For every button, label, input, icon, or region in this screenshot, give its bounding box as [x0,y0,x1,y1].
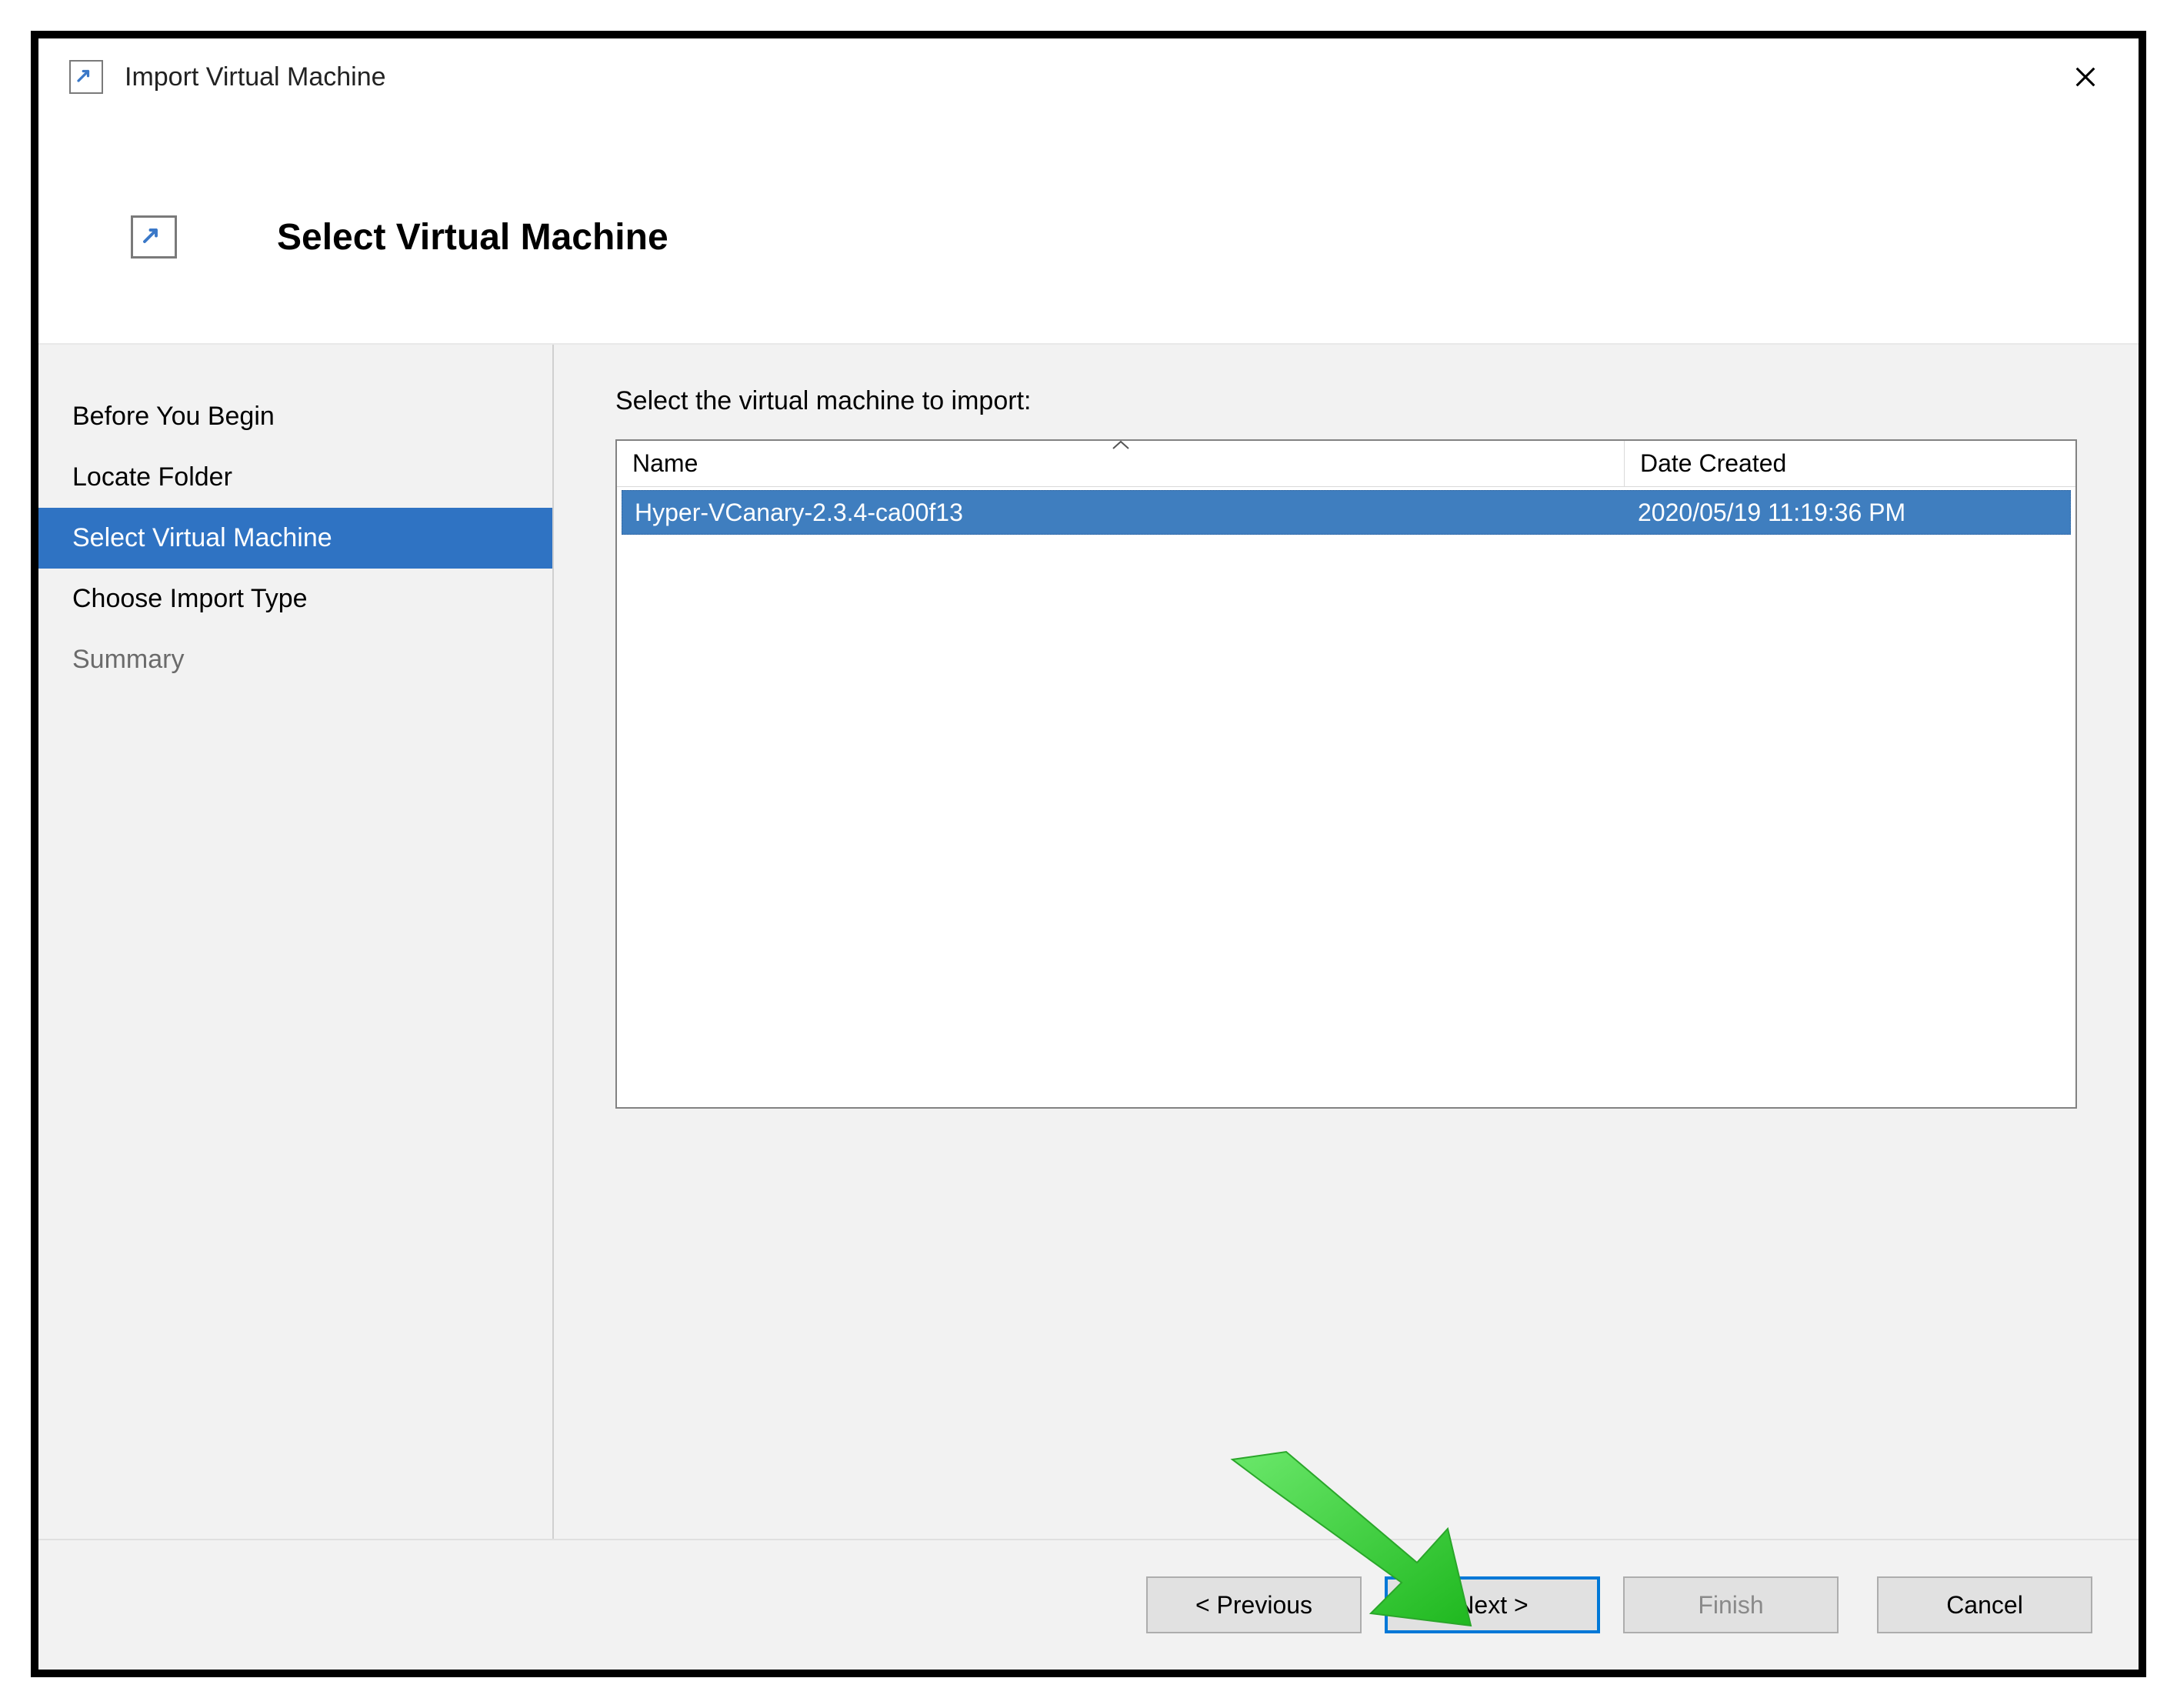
vm-row[interactable]: Hyper-VCanary-2.3.4-ca00f13 2020/05/19 1… [622,490,2071,535]
finish-button: Finish [1623,1576,1839,1633]
step-locate-folder[interactable]: Locate Folder [38,447,552,508]
sort-ascending-icon [1111,439,1131,450]
column-date-label: Date Created [1640,449,1786,478]
titlebar: Import Virtual Machine [38,38,2139,115]
page-heading: Select Virtual Machine [277,216,668,259]
page-banner: Select Virtual Machine [38,115,2139,345]
step-summary: Summary [38,629,552,690]
step-select-virtual-machine[interactable]: Select Virtual Machine [38,508,552,569]
vm-list[interactable]: Name Date Created Hyper-VCanary-2.3.4-ca… [615,439,2077,1109]
vm-row-date: 2020/05/19 11:19:36 PM [1625,499,2070,527]
import-arrow-icon [69,60,103,94]
column-name[interactable]: Name [617,441,1625,486]
import-vm-dialog: Import Virtual Machine Select Virtual Ma… [31,31,2146,1677]
step-choose-import-type[interactable]: Choose Import Type [38,569,552,629]
wizard-main: Select the virtual machine to import: Na… [554,345,2139,1539]
column-name-label: Name [632,449,698,478]
prompt-text: Select the virtual machine to import: [615,386,2077,416]
vm-list-body: Hyper-VCanary-2.3.4-ca00f13 2020/05/19 1… [617,487,2075,1107]
cancel-button[interactable]: Cancel [1877,1576,2092,1633]
close-button[interactable] [2051,50,2120,104]
close-icon [2072,64,2099,90]
wizard-content: Before You Begin Locate Folder Select Vi… [38,345,2139,1539]
vm-row-name: Hyper-VCanary-2.3.4-ca00f13 [622,499,1625,527]
next-button[interactable]: Next > [1385,1576,1600,1633]
vm-list-header: Name Date Created [617,441,2075,487]
previous-button[interactable]: < Previous [1146,1576,1362,1633]
step-before-you-begin[interactable]: Before You Begin [38,386,552,447]
window-title: Import Virtual Machine [125,62,386,92]
import-arrow-icon [131,215,177,259]
column-date-created[interactable]: Date Created [1625,441,2075,486]
wizard-buttonbar: < Previous Next > Finish Cancel [38,1539,2139,1670]
wizard-steps: Before You Begin Locate Folder Select Vi… [38,345,554,1539]
